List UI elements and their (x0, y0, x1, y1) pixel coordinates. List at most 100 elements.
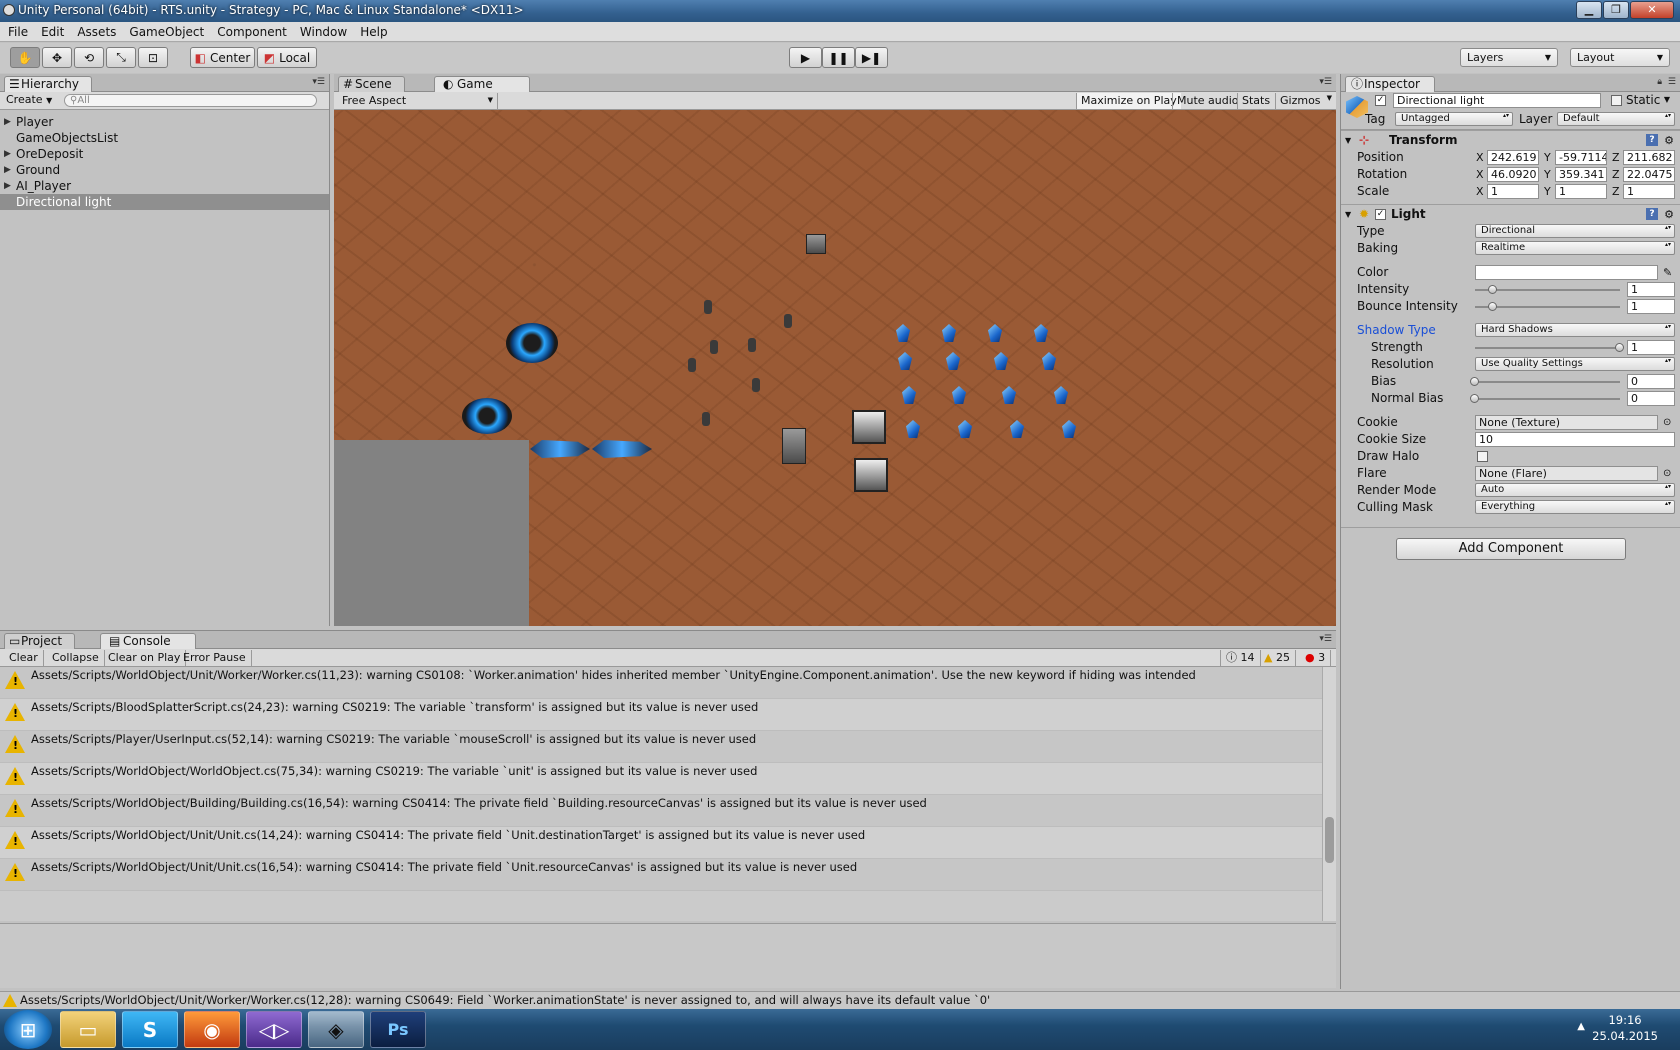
ore-crystal[interactable] (994, 352, 1008, 370)
strength-field[interactable]: 1 (1627, 340, 1675, 355)
ore-crystal[interactable] (1010, 420, 1024, 438)
soldier-unit[interactable] (748, 338, 756, 352)
light-component-header[interactable]: ▼ ✹ ✓ Light ? ⚙ (1341, 204, 1680, 223)
transform-component-header[interactable]: ▼ ⊹ Transform ? ⚙ (1341, 130, 1680, 149)
strength-slider[interactable] (1475, 343, 1624, 352)
object-name-field[interactable]: Directional light (1393, 93, 1601, 108)
panel-menu-icon[interactable]: ▾☰ (1319, 77, 1332, 87)
console-message[interactable]: Assets/Scripts/Player/UserInput.cs(52,14… (0, 731, 1322, 763)
object-picker-icon[interactable]: ⊙ (1663, 414, 1671, 431)
help-icon[interactable]: ? (1646, 208, 1658, 220)
play-button[interactable]: ▶ (789, 47, 822, 68)
expand-arrow-icon[interactable]: ▶ (4, 114, 11, 130)
info-count-toggle[interactable]: ⓘ 14 (1220, 650, 1261, 666)
slider-knob[interactable] (1470, 394, 1479, 403)
panel-menu-icon[interactable]: ▾☰ (1319, 634, 1332, 644)
tab-project[interactable]: ▭ Project (4, 633, 76, 649)
help-icon[interactable]: ? (1646, 134, 1658, 146)
harvester-unit[interactable] (530, 440, 590, 458)
ore-crystal[interactable] (1002, 386, 1016, 404)
tag-dropdown[interactable]: Untagged (1395, 112, 1513, 126)
ore-crystal[interactable] (902, 386, 916, 404)
hierarchy-item-ground[interactable]: ▶ Ground (0, 162, 329, 178)
clear-button[interactable]: Clear (4, 650, 44, 666)
bias-field[interactable]: 0 (1627, 374, 1675, 389)
hierarchy-item-directional-light[interactable]: Directional light (0, 194, 329, 210)
windows-start-button[interactable]: ⊞ (4, 1010, 52, 1049)
intensity-field[interactable]: 1 (1627, 282, 1675, 297)
foldout-arrow-icon[interactable]: ▼ (1345, 131, 1351, 150)
hierarchy-item-gameobjectslist[interactable]: GameObjectsList (0, 130, 329, 146)
hierarchy-item-ai-player[interactable]: ▶ AI_Player (0, 178, 329, 194)
taskbar-skype[interactable]: S (122, 1011, 178, 1048)
soldier-unit[interactable] (702, 412, 710, 426)
active-checkbox[interactable]: ✓ (1375, 95, 1386, 106)
foldout-arrow-icon[interactable]: ▼ (1345, 205, 1351, 224)
soldier-unit[interactable] (704, 300, 712, 314)
tray-show-hidden-icon[interactable]: ▲ (1577, 1021, 1585, 1032)
error-pause-button[interactable]: Error Pause (178, 650, 252, 666)
taskbar-photoshop[interactable]: Ps (370, 1011, 426, 1048)
console-message[interactable]: Assets/Scripts/WorldObject/Building/Buil… (0, 795, 1322, 827)
add-component-button[interactable]: Add Component (1396, 538, 1626, 560)
tab-hierarchy[interactable]: ☰ Hierarchy (4, 76, 93, 92)
command-building[interactable] (506, 323, 558, 363)
collapse-button[interactable]: Collapse (47, 650, 105, 666)
menu-component[interactable]: Component (217, 25, 287, 39)
create-dropdown[interactable]: Create ▼ (6, 93, 52, 106)
resolution-dropdown[interactable]: Use Quality Settings (1475, 357, 1675, 371)
tab-scene[interactable]: # Scene (338, 76, 405, 92)
worker-truck-unit[interactable] (852, 410, 886, 444)
hierarchy-search-input[interactable]: ⚲All (64, 94, 317, 107)
baking-dropdown[interactable]: Realtime (1475, 241, 1675, 255)
bounce-intensity-slider[interactable] (1475, 302, 1620, 311)
render-mode-dropdown[interactable]: Auto (1475, 483, 1675, 497)
harvester-unit[interactable] (592, 440, 652, 458)
error-count-toggle[interactable]: ● 3 (1300, 650, 1332, 666)
taskbar-visual-studio[interactable]: ◁▷ (246, 1011, 302, 1048)
shadow-type-dropdown[interactable]: Hard Shadows (1475, 323, 1675, 337)
gear-icon[interactable]: ⚙ (1664, 131, 1674, 150)
ore-crystal[interactable] (898, 352, 912, 370)
maximize-on-play-toggle[interactable]: Maximize on Play (1076, 93, 1181, 109)
cookie-size-field[interactable]: 10 (1475, 432, 1675, 447)
step-button[interactable]: ▶❚ (855, 47, 888, 68)
console-message[interactable]: Assets/Scripts/BloodSplatterScript.cs(24… (0, 699, 1322, 731)
layer-dropdown[interactable]: Default (1557, 112, 1675, 126)
factory-building[interactable] (462, 398, 512, 434)
console-message[interactable]: Assets/Scripts/WorldObject/Unit/Unit.cs(… (0, 827, 1322, 859)
layers-dropdown[interactable]: Layers ▼ (1460, 48, 1558, 67)
tab-inspector[interactable]: ⓘ Inspector (1345, 76, 1435, 92)
position-x-field[interactable]: 242.619 (1487, 150, 1539, 165)
pivot-center-toggle[interactable]: ◧ Center (190, 47, 255, 68)
intensity-slider[interactable] (1475, 285, 1620, 294)
soldier-unit[interactable] (688, 358, 696, 372)
ore-crystal[interactable] (942, 324, 956, 342)
status-bar[interactable]: Assets/Scripts/WorldObject/Unit/Worker/W… (0, 991, 1680, 1009)
menu-help[interactable]: Help (360, 25, 387, 39)
rotation-z-field[interactable]: 22.0475 (1623, 167, 1675, 182)
rotate-tool-icon[interactable]: ⟲ (74, 47, 104, 68)
bias-slider[interactable] (1470, 377, 1620, 386)
expand-arrow-icon[interactable]: ▶ (4, 146, 11, 162)
slider-knob[interactable] (1470, 377, 1479, 386)
object-picker-icon[interactable]: ⊙ (1663, 465, 1671, 482)
bounce-intensity-field[interactable]: 1 (1627, 299, 1675, 314)
panel-menu-icon[interactable]: ☰ (1668, 77, 1676, 87)
gizmos-chevron-down-icon[interactable]: ▼ (1327, 94, 1332, 102)
panel-menu-icon[interactable]: ▾☰ (312, 77, 325, 87)
light-enabled-checkbox[interactable]: ✓ (1375, 209, 1386, 220)
ore-crystal[interactable] (1034, 324, 1048, 342)
normal-bias-field[interactable]: 0 (1627, 391, 1675, 406)
expand-arrow-icon[interactable]: ▶ (4, 178, 11, 194)
soldier-unit[interactable] (752, 378, 760, 392)
ore-crystal[interactable] (988, 324, 1002, 342)
ore-crystal[interactable] (1062, 420, 1076, 438)
menu-assets[interactable]: Assets (77, 25, 116, 39)
scale-z-field[interactable]: 1 (1623, 184, 1675, 199)
menu-file[interactable]: File (8, 25, 28, 39)
game-viewport[interactable] (334, 110, 1336, 626)
ore-crystal[interactable] (906, 420, 920, 438)
scale-x-field[interactable]: 1 (1487, 184, 1539, 199)
static-chevron-down-icon[interactable]: ▼ (1664, 95, 1670, 104)
